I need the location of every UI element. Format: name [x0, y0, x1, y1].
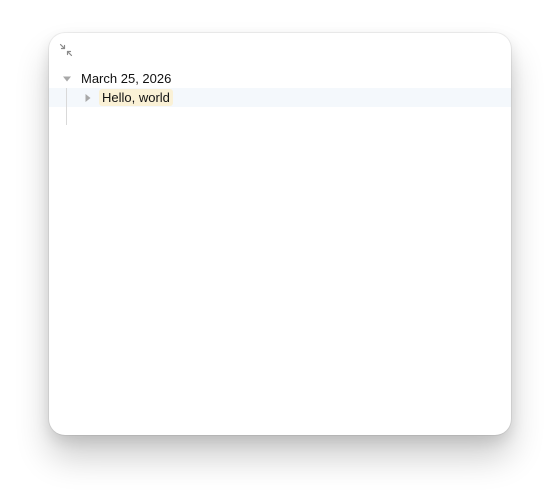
- outline-window: March 25, 2026 Hello, world: [49, 33, 511, 435]
- tree-row-date[interactable]: March 25, 2026: [49, 69, 511, 88]
- disclosure-toggle-collapsed[interactable]: [82, 92, 94, 104]
- collapse-window-button[interactable]: [58, 42, 74, 58]
- triangle-right-icon: [85, 93, 91, 102]
- desktop-background: March 25, 2026 Hello, world: [0, 0, 560, 500]
- disclosure-toggle-expanded[interactable]: [61, 73, 73, 85]
- tree-row-label: Hello, world: [99, 89, 173, 106]
- triangle-down-icon: [63, 76, 71, 81]
- arrows-collapse-icon: [59, 43, 73, 57]
- outline-tree: March 25, 2026 Hello, world: [49, 69, 511, 107]
- tree-indent-guide: [66, 88, 67, 125]
- tree-row-label: March 25, 2026: [81, 71, 172, 86]
- tree-row-hello-world[interactable]: Hello, world: [49, 88, 511, 107]
